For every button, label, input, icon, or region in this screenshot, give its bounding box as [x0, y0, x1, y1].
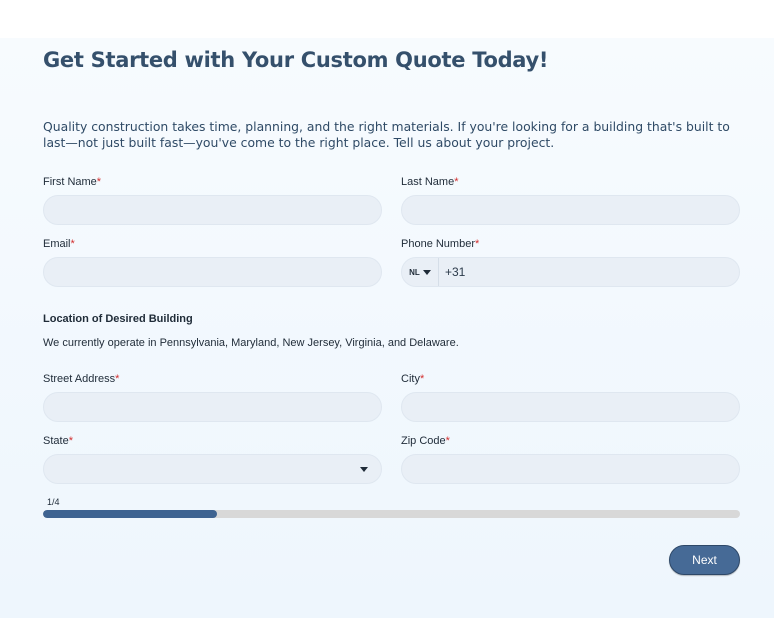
- first-name-input[interactable]: [43, 195, 382, 225]
- required-marker: *: [68, 435, 73, 447]
- city-label: City*: [401, 373, 424, 385]
- phone-label: Phone Number*: [401, 238, 479, 250]
- state-label-text: State: [43, 435, 69, 447]
- next-button[interactable]: Next: [669, 545, 740, 575]
- required-marker: *: [419, 373, 425, 385]
- chevron-down-icon: [360, 467, 368, 472]
- last-name-input[interactable]: [401, 195, 740, 225]
- country-code: NL: [409, 267, 420, 277]
- country-code-select[interactable]: NL: [402, 258, 439, 286]
- required-marker: *: [70, 238, 75, 250]
- page-title: Get Started with Your Custom Quote Today…: [43, 48, 549, 72]
- street-label: Street Address*: [43, 373, 119, 385]
- phone-input[interactable]: NL +31: [401, 257, 740, 287]
- city-label-text: City: [401, 373, 420, 385]
- phone-value: +31: [445, 265, 466, 279]
- location-heading: Location of Desired Building: [43, 313, 193, 325]
- email-input[interactable]: [43, 257, 382, 287]
- zip-label: Zip Code*: [401, 435, 450, 447]
- street-address-input[interactable]: [43, 392, 382, 422]
- progress-bar-fill: [43, 510, 218, 518]
- required-marker: *: [96, 176, 102, 188]
- required-marker: *: [445, 435, 450, 447]
- required-marker: *: [475, 238, 480, 250]
- email-label: Email*: [43, 238, 75, 250]
- first-name-label-text: First Name: [43, 176, 97, 188]
- first-name-label: First Name*: [43, 176, 101, 188]
- phone-label-text: Phone Number: [401, 238, 475, 250]
- last-name-label-text: Last Name: [401, 176, 455, 188]
- state-select[interactable]: [43, 454, 382, 484]
- email-label-text: Email: [43, 238, 71, 250]
- step-indicator: 1/4: [47, 497, 60, 507]
- intro-text: Quality construction takes time, plannin…: [43, 119, 730, 150]
- chevron-down-icon: [422, 269, 431, 275]
- progress-bar: [43, 510, 740, 518]
- last-name-label: Last Name*: [401, 176, 458, 188]
- zip-code-input[interactable]: [401, 454, 740, 484]
- state-label: State*: [43, 435, 73, 447]
- required-marker: *: [115, 373, 120, 385]
- city-input[interactable]: [401, 392, 740, 422]
- zip-label-text: Zip Code: [401, 435, 446, 447]
- street-label-text: Street Address: [43, 373, 116, 385]
- location-note: We currently operate in Pennsylvania, Ma…: [43, 337, 459, 349]
- required-marker: *: [454, 176, 459, 188]
